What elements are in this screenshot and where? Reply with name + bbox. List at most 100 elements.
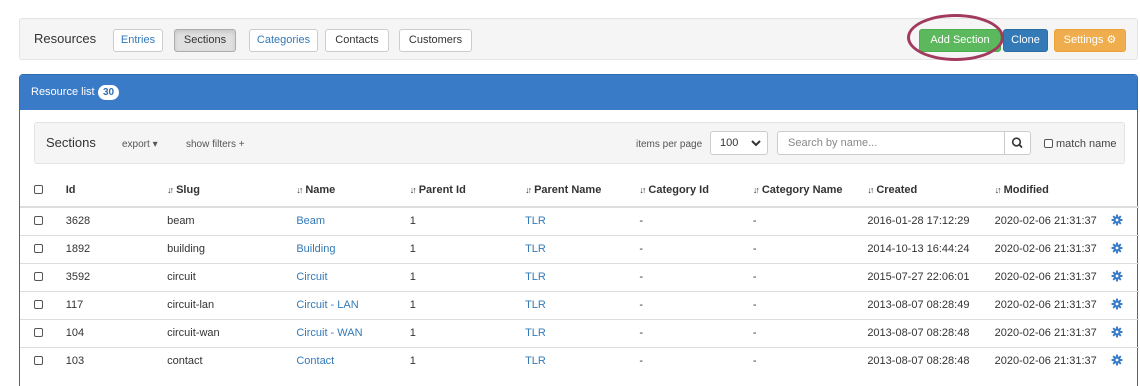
cell-name-link[interactable]: Circuit - WAN — [296, 318, 410, 347]
gear-icon: ⚙ — [1106, 34, 1117, 46]
cell-name-link[interactable]: Contact — [296, 346, 410, 375]
cell-name-link[interactable]: Beam — [296, 206, 410, 235]
sort-icon: ↓↑ — [752, 185, 760, 195]
gear-icon[interactable] — [1111, 326, 1123, 338]
row-checkbox[interactable] — [33, 328, 43, 337]
clone-button[interactable]: Clone — [1003, 29, 1048, 52]
cell-modified: 2020-02-06 21:31:37 — [994, 206, 1112, 235]
items-per-page-label: items per page — [636, 139, 703, 150]
export-dropdown[interactable]: export ▾ — [122, 139, 158, 150]
search-input[interactable] — [777, 131, 1005, 155]
table-row: 3628 beam Beam 1 TLR - - 2016-01-28 17:1… — [20, 206, 1139, 235]
panel-heading: Resource list 30 — [20, 75, 1137, 110]
cell-slug: circuit-lan — [167, 290, 297, 319]
cell-created: 2015-07-27 22:06:01 — [867, 262, 995, 291]
cell-category-name: - — [752, 234, 868, 263]
match-name-label: match name — [1056, 138, 1117, 150]
row-checkbox[interactable] — [33, 216, 43, 226]
sort-icon: ↓↑ — [994, 185, 1002, 195]
cell-category-id: - — [639, 234, 753, 263]
settings-button[interactable]: Settings ⚙ — [1054, 29, 1126, 52]
sections-table: Id ↓↑ Slug ↓↑ Name ↓↑ Parent Id ↓↑ Parent Na… — [20, 174, 1139, 375]
row-checkbox[interactable] — [33, 300, 43, 309]
cell-parent-name-link[interactable]: TLR — [525, 318, 640, 347]
tab-sections[interactable]: Sections — [174, 29, 236, 52]
table-row: 117 circuit-lan Circuit - LAN 1 TLR - - … — [20, 290, 1139, 319]
gear-icon[interactable] — [1111, 298, 1123, 310]
show-filters-link[interactable]: show filters + — [186, 139, 245, 150]
row-checkbox[interactable] — [33, 244, 43, 253]
cell-slug: circuit — [167, 262, 297, 291]
cell-name-link[interactable]: Circuit — [296, 262, 410, 291]
column-header-category-id[interactable]: ↓↑ Category Id — [639, 174, 753, 208]
filter-bar: Sections export ▾ show filters + items p… — [34, 122, 1125, 164]
table-header-row: Id ↓↑ Slug ↓↑ Name ↓↑ Parent Id ↓↑ Parent Na… — [20, 174, 1139, 208]
cell-parent-id: 1 — [409, 318, 526, 347]
sort-icon: ↓↑ — [167, 185, 174, 195]
cell-slug: beam — [167, 206, 297, 235]
page-title: Resources — [34, 31, 97, 46]
row-checkbox[interactable] — [33, 272, 43, 281]
cell-modified: 2020-02-06 21:31:37 — [994, 290, 1112, 319]
sort-icon: ↓↑ — [867, 185, 874, 195]
resource-list-panel: Resource list 30 Sections export ▾ show … — [19, 74, 1139, 386]
items-per-page-select[interactable]: 100 — [710, 131, 768, 155]
cell-created: 2014-10-13 16:44:24 — [867, 234, 995, 263]
tab-categories[interactable]: Categories — [249, 29, 318, 52]
section-title: Sections — [46, 135, 96, 150]
tab-contacts[interactable]: Contacts — [325, 29, 389, 52]
gear-icon[interactable] — [1111, 270, 1123, 282]
cell-parent-name-link[interactable]: TLR — [525, 206, 640, 235]
resources-toolbar: Resources Entries Sections Categories Co… — [19, 18, 1138, 60]
tab-customers[interactable]: Customers — [399, 29, 472, 52]
search-icon — [1011, 137, 1023, 149]
column-header-modified[interactable]: ↓↑ Modified — [994, 174, 1112, 208]
cell-name-link[interactable]: Building — [296, 234, 410, 263]
table-row: 3592 circuit Circuit 1 TLR - - 2015-07-2… — [20, 262, 1139, 291]
column-header-created[interactable]: ↓↑ Created — [867, 174, 995, 208]
match-name-option[interactable]: match name — [1044, 138, 1117, 150]
cell-modified: 2020-02-06 21:31:37 — [994, 346, 1112, 375]
cell-category-id: - — [639, 346, 753, 375]
column-header-parent-id[interactable]: ↓↑ Parent Id — [409, 174, 526, 208]
sort-icon: ↓↑ — [525, 185, 532, 195]
gear-icon[interactable] — [1111, 214, 1123, 226]
cell-category-id: - — [639, 262, 753, 291]
table-row: 103 contact Contact 1 TLR - - 2013-08-07… — [20, 346, 1139, 375]
cell-id: 103 — [65, 346, 168, 375]
cell-parent-name-link[interactable]: TLR — [525, 346, 640, 375]
cell-category-name: - — [752, 318, 868, 347]
sort-icon: ↓↑ — [296, 185, 303, 195]
cell-created: 2013-08-07 08:28:48 — [867, 318, 995, 347]
cell-category-id: - — [639, 290, 753, 319]
cell-created: 2013-08-07 08:28:48 — [867, 346, 995, 375]
cell-parent-name-link[interactable]: TLR — [525, 234, 640, 263]
cell-id: 104 — [65, 318, 168, 347]
match-name-checkbox[interactable] — [1044, 139, 1053, 148]
tab-entries[interactable]: Entries — [113, 29, 163, 52]
gear-icon[interactable] — [1111, 354, 1123, 366]
column-header-parent-name[interactable]: ↓↑ Parent Name — [525, 174, 640, 208]
gear-icon[interactable] — [1111, 242, 1123, 254]
cell-category-id: - — [639, 318, 753, 347]
search-button[interactable] — [1004, 131, 1031, 155]
chevron-down-icon — [751, 132, 761, 163]
add-section-button[interactable]: Add Section — [919, 29, 1001, 52]
cell-parent-name-link[interactable]: TLR — [525, 290, 640, 319]
cell-category-name: - — [752, 290, 868, 319]
column-header-name[interactable]: ↓↑ Name — [296, 174, 410, 208]
cell-parent-id: 1 — [409, 346, 526, 375]
cell-created: 2013-08-07 08:28:49 — [867, 290, 995, 319]
settings-label: Settings — [1063, 34, 1104, 46]
column-header-category-name[interactable]: ↓↑ Category Name — [752, 174, 868, 208]
count-badge: 30 — [98, 85, 120, 100]
column-header-id[interactable]: Id — [65, 174, 168, 208]
select-all-checkbox[interactable] — [33, 185, 43, 194]
cell-name-link[interactable]: Circuit - LAN — [296, 290, 410, 319]
row-checkbox[interactable] — [33, 356, 43, 366]
cell-modified: 2020-02-06 21:31:37 — [994, 234, 1112, 263]
column-header-slug[interactable]: ↓↑ Slug — [167, 174, 297, 208]
cell-category-name: - — [752, 346, 868, 375]
cell-parent-name-link[interactable]: TLR — [525, 262, 640, 291]
cell-category-id: - — [639, 206, 753, 235]
